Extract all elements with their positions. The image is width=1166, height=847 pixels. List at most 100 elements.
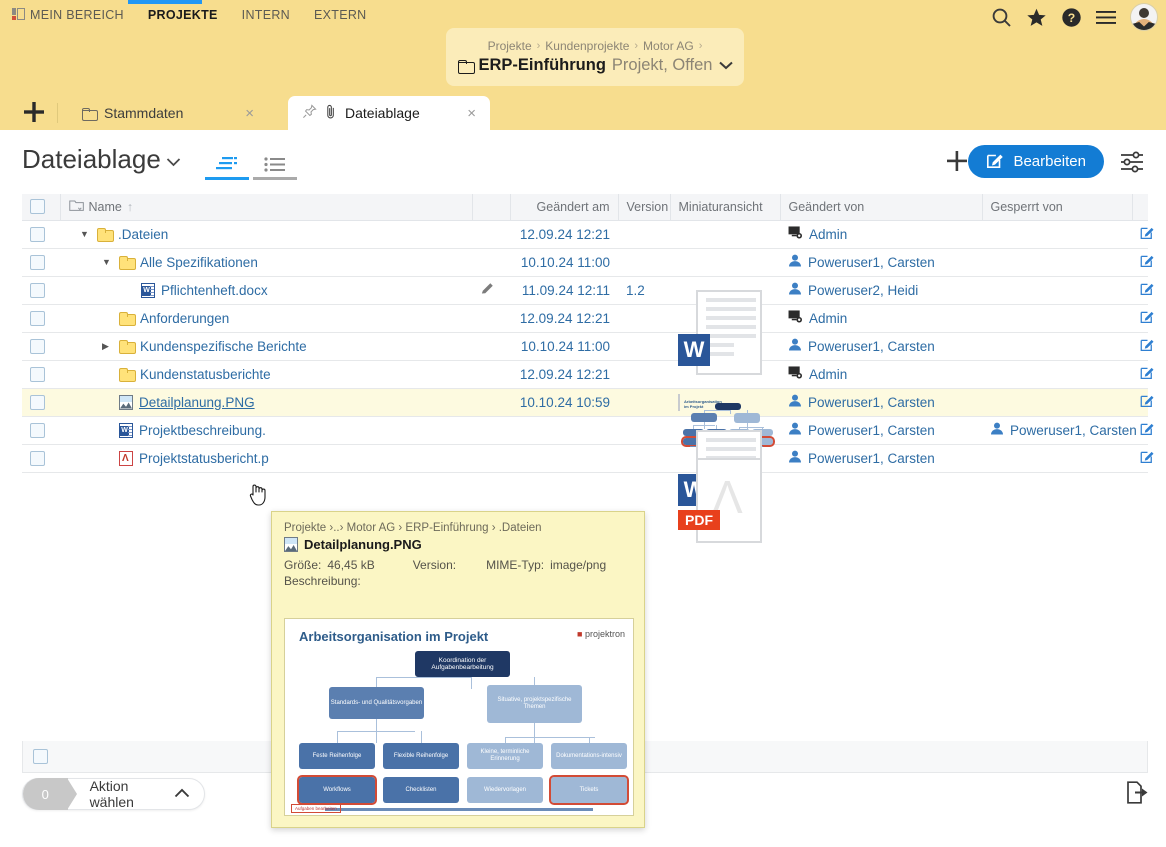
th-select-all[interactable] [22,194,61,221]
locked-by-link[interactable]: Poweruser1, Carsten [1010,423,1137,438]
modified-by-link[interactable]: Admin [809,227,847,242]
table-row[interactable]: Detailplanung.PNG 10.10.24 10:59 Arbeitsor… [22,388,1154,448]
modified-by-link[interactable]: Admin [809,367,847,382]
row-edit-icon[interactable] [1140,423,1155,439]
export-file-icon[interactable] [1122,778,1152,808]
row-select-cell[interactable] [22,444,60,473]
row-action-cell[interactable] [1132,304,1154,333]
row-action-cell[interactable] [1132,276,1154,305]
th-thumbnail[interactable]: Miniaturansicht [670,194,781,221]
row-action-cell[interactable] [1132,360,1154,389]
close-icon[interactable]: × [245,106,254,121]
menu-icon[interactable] [1096,9,1116,26]
row-select-cell[interactable] [22,388,60,417]
row-name-link[interactable]: Projektbeschreibung. [139,423,266,438]
row-edit-icon[interactable] [1140,367,1155,383]
nav-item-projekte[interactable]: PROJEKTE [136,0,230,30]
row-name-link[interactable]: Detailplanung.PNG [139,395,255,410]
tab-stammdaten[interactable]: Stammdaten × [68,96,268,130]
modified-by-link[interactable]: Poweruser1, Carsten [808,339,935,354]
row-name-cell[interactable]: Detailplanung.PNG [60,388,472,417]
modified-by-link[interactable]: Poweruser1, Carsten [808,395,935,410]
table-row[interactable]: W Projektbeschreibung. W Poweruser1, Carste… [22,416,1154,515]
row-name-link[interactable]: Kundenstatusberichte [140,367,271,382]
row-checkbox[interactable] [30,282,45,298]
modified-by-link[interactable]: Poweruser1, Carsten [808,451,935,466]
row-name-link[interactable]: .Dateien [118,227,168,242]
breadcrumb-item-motor-ag[interactable]: Motor AG [643,39,694,53]
row-name-cell[interactable]: ▼ .Dateien [60,220,472,249]
image-thumbnail[interactable]: Arbeitsorganisation im Projekt [678,393,775,448]
row-action-cell[interactable] [1132,248,1154,277]
table-row[interactable]: Anforderungen 12.09.24 12:21 Admin [22,304,1154,333]
pin-icon[interactable] [302,104,317,122]
row-name-link[interactable]: Anforderungen [140,311,229,326]
avatar[interactable] [1130,3,1158,31]
row-name-cell[interactable]: Anforderungen [60,304,472,333]
row-checkbox[interactable] [30,366,45,382]
project-title-block[interactable]: ERP-Einführung Projekt, Offen [457,56,733,75]
footer-row-checkbox[interactable] [33,749,48,764]
row-checkbox[interactable] [30,450,45,466]
row-edit-icon[interactable] [1140,451,1155,467]
row-select-cell[interactable] [22,332,60,361]
edit-button[interactable]: Bearbeiten [968,145,1104,178]
view-mode-list[interactable] [251,148,299,180]
row-select-cell[interactable] [22,276,60,305]
row-edit-icon[interactable] [1140,227,1155,243]
row-name-link[interactable]: Projektstatusbericht.p [139,451,269,466]
table-row[interactable]: Λ Projektstatusbericht.p Λ PDF Poweruser1, C… [22,444,1154,543]
search-icon[interactable] [991,7,1012,28]
select-all-checkbox[interactable] [30,199,45,215]
th-modified[interactable]: Geändert am [510,194,619,221]
row-edit-icon[interactable] [1140,255,1155,271]
star-icon[interactable] [1026,7,1047,28]
row-name-link[interactable]: Alle Spezifikationen [140,255,258,270]
modified-by-link[interactable]: Admin [809,311,847,326]
row-checkbox[interactable] [30,394,45,410]
modified-by-link[interactable]: Poweruser1, Carsten [808,255,935,270]
tab-dateiablage[interactable]: Dateiablage × [288,96,490,130]
row-name-cell[interactable]: ▼ Alle Spezifikationen [60,248,472,277]
table-row[interactable]: ▼ Alle Spezifikationen 10.10.24 11:00 Power… [22,248,1154,277]
row-checkbox[interactable] [30,226,45,242]
sort-asc-icon[interactable]: ↑ [127,200,133,214]
row-name-link[interactable]: Pflichtenheft.docx [161,283,268,298]
row-edit-icon[interactable] [1140,339,1155,355]
row-action-cell[interactable] [1132,332,1154,361]
table-row[interactable]: Kundenstatusberichte 12.09.24 12:21 Admin [22,360,1154,389]
help-icon[interactable]: ? [1061,7,1082,28]
row-name-cell[interactable]: ▶ Kundenspezifische Berichte [60,332,472,361]
th-name[interactable]: Name ↑ [60,194,473,221]
action-select-bar[interactable]: 0 Aktion wählen [22,778,205,810]
row-name-cell[interactable]: Λ Projektstatusbericht.p [60,444,472,473]
nav-item-mein-bereich[interactable]: MEIN BEREICH [0,0,136,30]
th-locked-by[interactable]: Gesperrt von [982,194,1133,221]
add-tab-button[interactable] [20,98,48,126]
row-select-cell[interactable] [22,360,60,389]
row-checkbox[interactable] [30,338,45,354]
modified-by-link[interactable]: Poweruser2, Heidi [808,283,918,298]
row-edit-icon[interactable] [1140,395,1155,411]
settings-sliders-icon[interactable] [1118,148,1146,176]
row-select-cell[interactable] [22,416,60,445]
nav-item-intern[interactable]: INTERN [230,0,302,30]
table-row[interactable]: ▼ .Dateien 12.09.24 12:21 Admin [22,220,1154,249]
section-title-chevron-down-icon[interactable] [166,154,181,172]
chevron-up-icon[interactable] [174,785,190,803]
chevron-down-icon[interactable] [718,56,733,75]
row-checkbox[interactable] [30,254,45,270]
row-select-cell[interactable] [22,220,60,249]
th-version[interactable]: Version [618,194,671,221]
row-action-cell[interactable] [1132,220,1154,249]
row-select-cell[interactable] [22,248,60,277]
row-checkbox[interactable] [30,310,45,326]
row-action-cell[interactable] [1132,388,1154,417]
breadcrumb-item-projekte[interactable]: Projekte [488,39,532,53]
nav-item-extern[interactable]: EXTERN [302,0,379,30]
row-name-link[interactable]: Kundenspezifische Berichte [140,339,307,354]
view-mode-tree[interactable] [203,148,251,180]
expand-toggle-icon[interactable]: ▼ [102,257,113,267]
table-row[interactable]: W Pflichtenheft.docx 11.09.24 12:11 1.2 W Pow… [22,276,1154,375]
row-name-cell[interactable]: W Projektbeschreibung. [60,416,472,445]
